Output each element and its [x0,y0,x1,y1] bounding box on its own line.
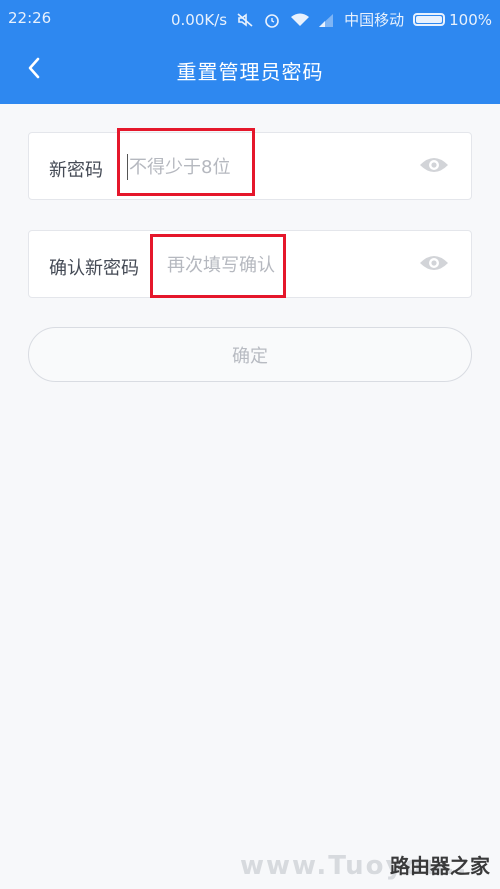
carrier-name: 中国移动 [344,11,405,29]
confirm-button[interactable]: 确定 [28,327,472,382]
reset-admin-password-screen: 22:26 0.00K/s 中国移动 100% 重置管理员密码 新密码 确认新密… [0,0,500,889]
confirm-password-input[interactable] [167,243,367,287]
battery-indicator: 100% [413,11,492,29]
battery-icon [413,13,446,26]
page-title: 重置管理员密码 [176,60,324,84]
mute-icon [236,12,254,28]
new-password-row: 新密码 [28,132,472,200]
wifi-icon [290,12,310,28]
toggle-visibility-new-button[interactable] [419,152,449,182]
text-cursor [127,154,128,180]
alarm-icon [263,12,281,28]
signal-icon [317,12,335,28]
network-speed: 0.00K/s [170,10,228,29]
new-password-label: 新密码 [49,160,103,181]
eye-icon [419,253,449,277]
status-time: 22:26 [8,9,52,27]
watermark-logo: 路由器之家 [390,854,490,878]
confirm-password-label: 确认新密码 [49,258,139,279]
nav-bar: 重置管理员密码 [0,36,500,104]
eye-icon [419,155,449,179]
new-password-input[interactable] [129,145,349,189]
status-bar: 22:26 0.00K/s 中国移动 100% [0,0,500,36]
battery-percent: 100% [449,10,492,29]
toggle-visibility-confirm-button[interactable] [419,250,449,280]
status-indicators: 0.00K/s 中国移动 100% [171,9,492,30]
confirm-password-row: 确认新密码 [28,230,472,298]
